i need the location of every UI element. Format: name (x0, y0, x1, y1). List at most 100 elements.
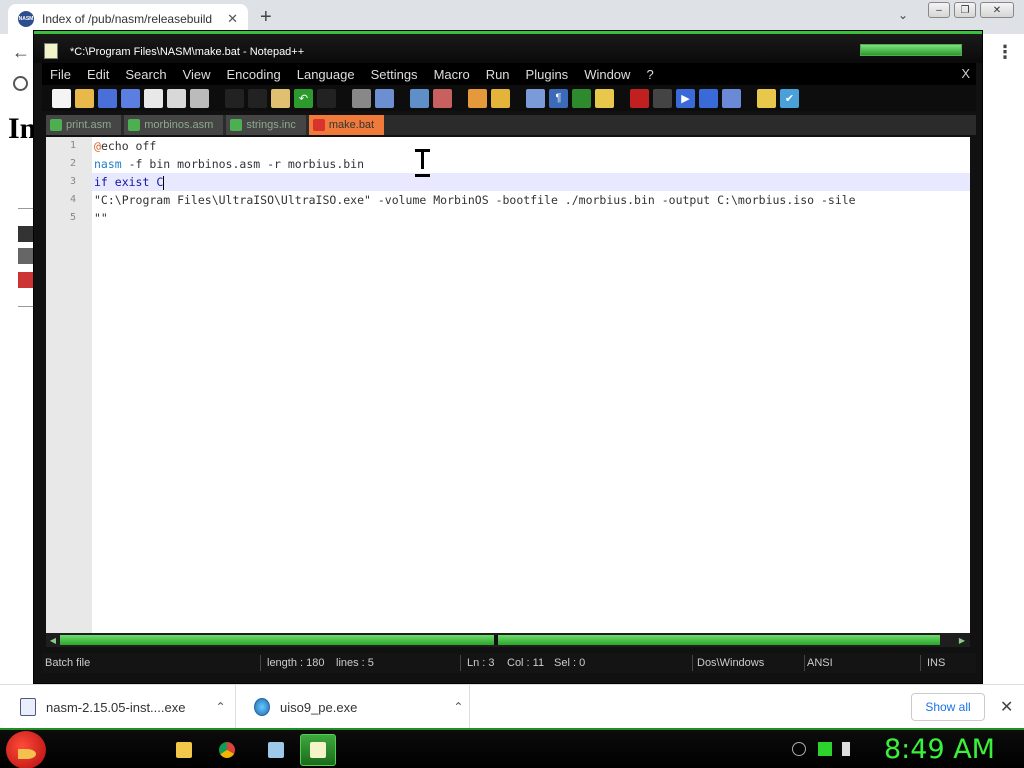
code-line-3-current[interactable]: if exist C (92, 173, 970, 191)
show-all-downloads-button[interactable]: Show all (911, 693, 985, 721)
back-arrow-icon[interactable]: ← (12, 42, 30, 63)
indent-guide-icon[interactable] (572, 88, 591, 108)
sync-horizontal-icon[interactable] (491, 88, 510, 108)
minimize-button[interactable]: – (928, 2, 950, 18)
npp-titlebar[interactable]: *C:\Program Files\NASM\make.bat - Notepa… (34, 31, 982, 63)
close-all-icon[interactable] (167, 88, 186, 108)
save-icon[interactable] (98, 88, 117, 108)
status-divider (260, 655, 261, 671)
status-insert-mode[interactable]: INS (927, 657, 945, 669)
chevron-up-icon[interactable]: ⌃ (215, 700, 225, 714)
menu-settings[interactable]: Settings (363, 67, 426, 82)
status-eol[interactable]: Dos\Windows (697, 657, 764, 669)
menu-macro[interactable]: Macro (426, 67, 478, 82)
status-filetype: Batch file (45, 657, 91, 669)
npp-menubar: File Edit Search View Encoding Language … (42, 63, 976, 85)
menu-search[interactable]: Search (117, 67, 174, 82)
paste-icon[interactable] (271, 88, 290, 108)
restore-button[interactable]: ❐ (954, 2, 976, 18)
replace-icon[interactable] (375, 88, 394, 108)
folder-workspace-icon[interactable] (757, 88, 776, 108)
code-token-at: @ (94, 139, 101, 153)
status-encoding[interactable]: ANSI (807, 657, 833, 669)
menu-help[interactable]: ? (638, 67, 661, 82)
open-file-icon[interactable] (75, 88, 94, 108)
download-item-nasm[interactable]: nasm-2.15.05-inst....exe ⌃ (0, 685, 236, 729)
doc-tab-label: strings.inc (246, 119, 296, 131)
copy-icon[interactable] (248, 88, 267, 108)
binary-file-icon[interactable] (18, 248, 34, 264)
redo-icon[interactable] (317, 88, 336, 108)
close-window-button[interactable]: ✕ (980, 2, 1014, 18)
line-number: 2 (69, 158, 76, 169)
menu-plugins[interactable]: Plugins (518, 67, 577, 82)
menu-file[interactable]: File (42, 67, 79, 82)
scroll-left-arrow-icon[interactable]: ◀ (47, 634, 59, 646)
line-number-gutter: 1 2 3 4 5 (46, 137, 92, 633)
menu-edit[interactable]: Edit (79, 67, 117, 82)
site-info-icon[interactable] (13, 76, 28, 91)
chrome-icon (219, 742, 235, 758)
zoom-out-icon[interactable] (433, 88, 452, 108)
show-all-chars-icon[interactable]: ¶ (549, 88, 568, 108)
taskbar-notepad-plus-plus[interactable] (300, 734, 336, 766)
print-icon[interactable] (190, 88, 209, 108)
doc-tab-make-bat[interactable]: make.bat (308, 115, 385, 135)
close-downloads-icon[interactable]: ✕ (1000, 697, 1013, 717)
doc-tab-strings-inc[interactable]: strings.inc (226, 115, 306, 135)
show-hidden-icons-icon[interactable] (792, 742, 806, 756)
new-file-icon[interactable] (52, 88, 71, 108)
record-macro-icon[interactable] (630, 88, 649, 108)
document-map-icon[interactable] (595, 88, 614, 108)
horizontal-scrollbar[interactable]: ◀ ▶ (46, 633, 970, 647)
chevron-up-icon[interactable]: ⌃ (453, 700, 463, 714)
file-icon[interactable] (18, 272, 34, 288)
find-icon[interactable] (352, 88, 371, 108)
taskbar-chrome[interactable] (209, 734, 245, 766)
scrollbar-thumb[interactable] (60, 635, 940, 645)
menu-run[interactable]: Run (478, 67, 518, 82)
cut-icon[interactable] (225, 88, 244, 108)
code-line-5[interactable]: "" (94, 209, 108, 227)
chrome-menu-icon[interactable]: ⋮ (996, 42, 1014, 63)
line-number: 1 (69, 140, 76, 151)
code-editor[interactable]: 1 2 3 4 5 @echo off nasm -f bin morbinos… (46, 137, 970, 633)
menu-window[interactable]: Window (576, 67, 638, 82)
close-file-icon[interactable] (144, 88, 163, 108)
code-line-4[interactable]: "C:\Program Files\UltraISO\UltraISO.exe"… (94, 191, 856, 209)
close-document-button[interactable]: X (961, 66, 970, 81)
doc-tab-print-asm[interactable]: print.asm (46, 115, 122, 135)
save-all-icon[interactable] (121, 88, 140, 108)
run-macro-multiple-icon[interactable] (699, 88, 718, 108)
code-line-1[interactable]: @echo off (94, 137, 156, 155)
save-macro-icon[interactable] (722, 88, 741, 108)
tab-search-chevron-icon[interactable]: ⌄ (898, 8, 908, 22)
word-wrap-icon[interactable] (526, 88, 545, 108)
taskbar-file-explorer[interactable] (166, 734, 202, 766)
npp-window-controls[interactable] (860, 44, 962, 56)
menu-language[interactable]: Language (289, 67, 363, 82)
close-tab-icon[interactable]: ✕ (227, 11, 238, 27)
taskbar-clock[interactable]: 8:49 AM (884, 734, 995, 765)
code-line-2[interactable]: nasm -f bin morbinos.asm -r morbius.bin (94, 155, 364, 173)
doc-tab-label: print.asm (66, 119, 112, 131)
new-tab-button[interactable]: + (260, 6, 272, 29)
stop-macro-icon[interactable] (653, 88, 672, 108)
play-macro-icon[interactable]: ▶ (676, 88, 695, 108)
code-token: echo off (100, 139, 157, 153)
undo-icon[interactable]: ↶ (294, 88, 313, 108)
menu-encoding[interactable]: Encoding (219, 67, 289, 82)
scroll-right-arrow-icon[interactable]: ▶ (956, 634, 968, 646)
volume-icon[interactable] (842, 742, 856, 756)
network-icon[interactable] (818, 742, 832, 756)
doc-tab-morbinos-asm[interactable]: morbinos.asm (124, 115, 224, 135)
download-item-uiso[interactable]: uiso9_pe.exe ⌃ (236, 685, 470, 729)
browser-tabstrip: NASM Index of /pub/nasm/releasebuild ✕ +… (0, 0, 1024, 34)
back-folder-icon[interactable] (18, 226, 34, 242)
spell-check-icon[interactable]: ✔ (780, 88, 799, 108)
start-button-icon[interactable] (6, 731, 46, 768)
menu-view[interactable]: View (175, 67, 219, 82)
zoom-in-icon[interactable] (410, 88, 429, 108)
sync-vertical-icon[interactable] (468, 88, 487, 108)
taskbar-notepad[interactable] (258, 734, 294, 766)
